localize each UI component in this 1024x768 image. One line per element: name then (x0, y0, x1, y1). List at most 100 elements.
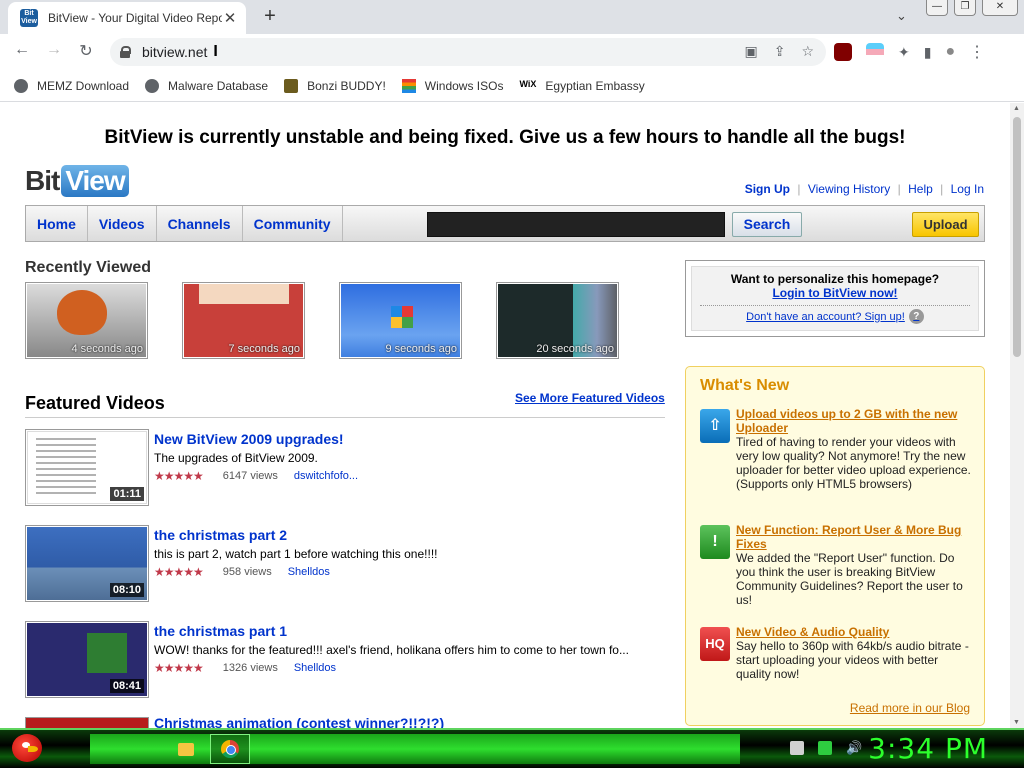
upload-button[interactable]: Upload (912, 212, 979, 237)
scroll-thumb[interactable] (1013, 117, 1021, 357)
taskbar-clock[interactable]: 3:34 PM (868, 732, 988, 765)
recent-video-thumbnail[interactable]: 4 seconds ago (25, 282, 148, 359)
browser-tab[interactable]: Bit View BitView - Your Digital Video Re… (8, 2, 246, 34)
video-title-link[interactable]: the christmas part 1 (154, 623, 287, 639)
tray-expand-icon[interactable] (790, 741, 804, 755)
viewing-history-link[interactable]: Viewing History (808, 182, 890, 196)
log-in-link[interactable]: Log In (951, 182, 984, 196)
news-body: We added the "Report User" function. Do … (736, 551, 963, 607)
share-icon[interactable]: ⇪ (774, 43, 786, 60)
video-thumbnail[interactable]: 08:41 (25, 621, 149, 698)
omnibox-actions: ▣ ⇪ ☆ (744, 43, 814, 60)
chrome-menu-icon[interactable]: ⋮ (969, 42, 985, 62)
page-viewport: BitView is currently unstable and being … (0, 103, 1024, 728)
bookmark-malware-database[interactable]: Malware Database (145, 78, 268, 93)
bookmark-egyptian-embassy[interactable]: WiX Egyptian Embassy (519, 79, 644, 93)
video-duration: 08:41 (109, 679, 144, 693)
video-author-link[interactable]: Shelldos (288, 566, 330, 578)
close-tab-icon[interactable]: ✕ (222, 9, 238, 27)
video-thumbnail[interactable] (25, 717, 149, 728)
maximize-icon[interactable]: ❐ (954, 0, 976, 16)
video-author-link[interactable]: dswitchfofo... (294, 470, 358, 482)
separator: | (897, 182, 901, 196)
bird-beak (28, 746, 38, 752)
rainbow-flag-icon (401, 78, 416, 93)
upload-arrow-icon: ⇧ (700, 409, 730, 443)
signup-link[interactable]: Don't have an account? Sign up! (746, 311, 905, 323)
news-headline-link[interactable]: New Video & Audio Quality (736, 625, 974, 639)
rating-stars-icon: ★★★★★ (154, 469, 204, 483)
file-explorer-button[interactable] (166, 734, 206, 764)
window-close-icon[interactable]: ✕ (982, 0, 1018, 16)
read-more-blog-link[interactable]: Read more in our Blog (850, 701, 970, 715)
help-link[interactable]: Help (908, 182, 933, 196)
recent-video-thumbnail[interactable]: 9 seconds ago (339, 282, 462, 359)
flag-extension-icon[interactable] (866, 43, 884, 61)
scroll-up-icon[interactable]: ▲ (1013, 105, 1020, 112)
video-title-link[interactable]: New BitView 2009 upgrades! (154, 431, 344, 447)
new-tab-icon[interactable]: + (260, 5, 280, 28)
bookmark-windows-isos[interactable]: Windows ISOs (401, 78, 504, 93)
video-author-link[interactable]: Shelldos (294, 662, 336, 674)
extensions-puzzle-icon[interactable]: ✦ (898, 44, 910, 61)
nav-community[interactable]: Community (243, 206, 343, 241)
minimize-icon[interactable]: — (926, 0, 948, 16)
news-body: Tired of having to render your videos wi… (736, 435, 971, 491)
recent-video-thumbnail[interactable]: 7 seconds ago (182, 282, 305, 359)
nav-home[interactable]: Home (26, 206, 88, 241)
separator: | (940, 182, 944, 196)
bookmark-memz[interactable]: MEMZ Download (14, 78, 130, 93)
search-input[interactable] (427, 212, 725, 237)
scroll-down-icon[interactable]: ▼ (1013, 719, 1020, 726)
recently-viewed-list: 4 seconds ago 7 seconds ago 9 seconds ag… (25, 282, 619, 359)
lock-icon[interactable] (120, 46, 131, 58)
ublock-icon[interactable] (834, 43, 852, 61)
volume-icon[interactable]: 🔊 (846, 740, 862, 756)
url-text[interactable]: bitview.net (142, 44, 207, 60)
forward-icon[interactable]: → (43, 41, 65, 59)
bookmark-label: Windows ISOs (424, 78, 504, 93)
video-thumbnail[interactable]: 08:10 (25, 525, 149, 602)
recent-video-thumbnail[interactable]: 20 seconds ago (496, 282, 619, 359)
bookmark-star-icon[interactable]: ☆ (801, 43, 814, 60)
video-title-link[interactable]: Christmas animation (contest winner?!!?!… (154, 715, 444, 728)
see-more-featured-link[interactable]: See More Featured Videos (515, 391, 665, 405)
network-icon[interactable] (818, 741, 832, 755)
nav-channels[interactable]: Channels (157, 206, 243, 241)
reload-icon[interactable]: ↻ (75, 41, 97, 61)
logo-bit: Bit (25, 165, 60, 196)
sign-up-link[interactable]: Sign Up (745, 182, 790, 196)
site-navbar: Home Videos Channels Community Search Up… (25, 205, 985, 242)
chrome-taskbar-button[interactable] (210, 734, 250, 764)
bookmark-label: MEMZ Download (37, 78, 130, 93)
featured-videos-title: Featured Videos (25, 393, 165, 413)
bookmark-bonzi-buddy[interactable]: Bonzi BUDDY! (284, 78, 386, 93)
video-views: 6147 views (222, 470, 278, 482)
recent-time: 9 seconds ago (385, 343, 457, 355)
video-thumbnail[interactable]: 01:11 (25, 429, 149, 506)
page-scrollbar[interactable]: ▲ ▼ (1010, 103, 1024, 728)
side-panel-icon[interactable]: ▮ (924, 44, 932, 61)
back-icon[interactable]: ← (11, 41, 33, 59)
system-tray: 🔊 (790, 740, 862, 756)
rating-stars-icon: ★★★★★ (154, 565, 204, 579)
news-headline-link[interactable]: Upload videos up to 2 GB with the new Up… (736, 407, 974, 435)
window-controls: — ❐ ✕ (926, 0, 1024, 16)
profile-avatar-icon[interactable]: ● (945, 43, 955, 61)
divider (700, 305, 970, 306)
tab-search-icon[interactable]: ⌄ (896, 8, 907, 24)
video-title-link[interactable]: the christmas part 2 (154, 527, 287, 543)
personalize-box: Want to personalize this homepage? Login… (685, 260, 985, 337)
login-now-link[interactable]: Login to BitView now! (772, 286, 897, 300)
start-button[interactable] (6, 728, 46, 768)
bitview-logo[interactable]: Bit View (25, 165, 129, 197)
news-headline-link[interactable]: New Function: Report User & More Bug Fix… (736, 523, 974, 551)
nav-videos[interactable]: Videos (88, 206, 157, 241)
wix-icon: WiX (519, 78, 537, 89)
help-icon[interactable]: ? (908, 309, 924, 324)
video-description: WOW! thanks for the featured!!! axel's f… (154, 643, 629, 657)
search-button[interactable]: Search (732, 212, 802, 237)
separator: | (797, 182, 801, 196)
address-bar[interactable]: bitview.net I ▣ ⇪ ☆ (110, 38, 826, 66)
cast-icon[interactable]: ▣ (744, 43, 757, 60)
